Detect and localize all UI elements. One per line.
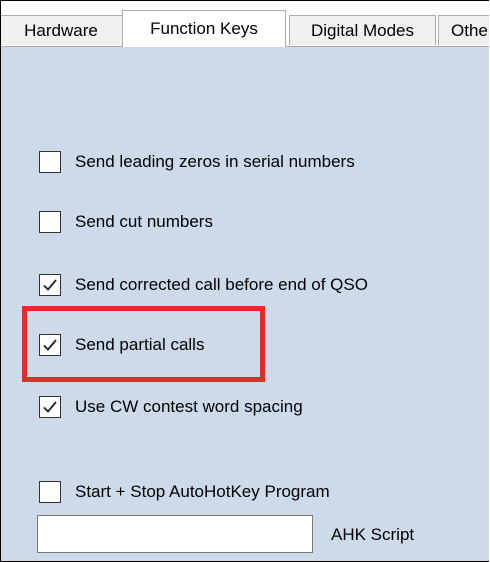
tab-strip: Hardware Function Keys Digital Modes Oth… [1, 1, 489, 47]
window-frame: Hardware Function Keys Digital Modes Oth… [0, 0, 489, 562]
tab-function-keys-label: Function Keys [150, 19, 258, 38]
cw-word-spacing-label: Use CW contest word spacing [75, 397, 303, 416]
tab-function-keys[interactable]: Function Keys [122, 10, 286, 47]
option-cut-numbers[interactable]: Send cut numbers [39, 211, 213, 233]
autohotkey-label: Start + Stop AutoHotKey Program [75, 482, 330, 501]
function-keys-panel: Send leading zeros in serial numbers Sen… [1, 46, 489, 561]
cut-numbers-label: Send cut numbers [75, 212, 213, 231]
tab-other-label: Other [451, 20, 489, 40]
tab-other[interactable]: Other [438, 15, 489, 45]
tab-digital-modes[interactable]: Digital Modes [289, 15, 436, 45]
cw-word-spacing-checkbox[interactable] [39, 396, 61, 418]
option-cw-word-spacing[interactable]: Use CW contest word spacing [39, 396, 303, 418]
leading-zeros-checkbox[interactable] [39, 151, 61, 173]
corrected-call-label: Send corrected call before end of QSO [75, 275, 368, 294]
tab-hardware[interactable]: Hardware [1, 15, 123, 45]
ahk-script-input[interactable] [37, 515, 313, 553]
checkmark-icon [43, 401, 57, 413]
corrected-call-checkbox[interactable] [39, 274, 61, 296]
tab-digital-modes-label: Digital Modes [311, 20, 414, 40]
leading-zeros-label: Send leading zeros in serial numbers [75, 152, 355, 171]
highlight-box [22, 306, 265, 382]
tab-hardware-label: Hardware [24, 20, 98, 40]
cut-numbers-checkbox[interactable] [39, 211, 61, 233]
checkmark-icon [43, 279, 57, 291]
option-leading-zeros[interactable]: Send leading zeros in serial numbers [39, 151, 355, 173]
ahk-script-label: AHK Script [331, 525, 415, 544]
autohotkey-checkbox[interactable] [39, 481, 61, 503]
option-corrected-call[interactable]: Send corrected call before end of QSO [39, 274, 368, 296]
option-autohotkey[interactable]: Start + Stop AutoHotKey Program [39, 481, 330, 503]
